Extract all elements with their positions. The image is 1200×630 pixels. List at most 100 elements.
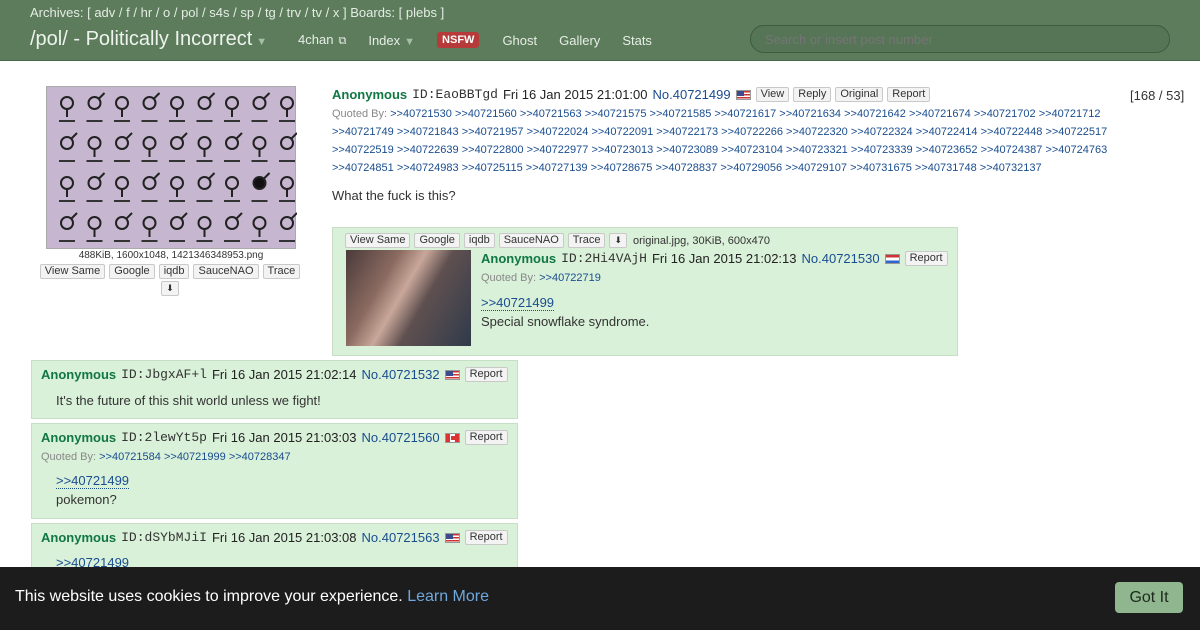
quote-link[interactable]: >>40728837 <box>655 162 717 174</box>
quote-link[interactable]: >>40721642 <box>844 108 906 120</box>
post-reference-link[interactable]: >>40721499 <box>56 473 130 489</box>
quote-link[interactable]: >>40727139 <box>526 162 588 174</box>
quote-link[interactable]: >>40722414 <box>916 126 978 138</box>
quote-link[interactable]: >>40721999 <box>164 451 226 463</box>
quote-link[interactable]: >>40724851 <box>332 162 394 174</box>
quote-link[interactable]: >>40721530 <box>390 108 452 120</box>
quote-link[interactable]: >>40728675 <box>591 162 653 174</box>
quote-link[interactable]: >>40721957 <box>462 126 524 138</box>
google-button[interactable]: Google <box>414 233 460 248</box>
quote-link[interactable]: >>40721560 <box>455 108 517 120</box>
quote-link[interactable]: >>40724983 <box>397 162 459 174</box>
report-button[interactable]: Report <box>464 430 508 445</box>
poster-id[interactable]: ID:dSYbMJiI <box>121 530 207 545</box>
quote-link[interactable]: >>40722266 <box>721 126 783 138</box>
quote-link[interactable]: >>40722800 <box>462 144 524 156</box>
got-it-button[interactable]: Got It <box>1115 582 1183 613</box>
quote-link[interactable]: >>40722024 <box>527 126 589 138</box>
quote-link[interactable]: >>40723652 <box>916 144 978 156</box>
quote-link[interactable]: >>40722091 <box>591 126 653 138</box>
report-button[interactable]: Report <box>904 251 948 266</box>
report-button[interactable]: Report <box>887 87 931 102</box>
quote-link[interactable]: >>40722639 <box>397 144 459 156</box>
quote-link[interactable]: >>40721575 <box>585 108 647 120</box>
iqdb-button[interactable]: iqdb <box>158 264 190 279</box>
quote-link[interactable]: >>40721584 <box>99 451 161 463</box>
view-button[interactable]: View <box>755 87 790 102</box>
board-link-plebs[interactable]: plebs <box>406 5 437 20</box>
download-icon[interactable]: ⬇ <box>609 233 628 248</box>
quote-link[interactable]: >>40721843 <box>397 126 459 138</box>
original-button[interactable]: Original <box>835 87 884 102</box>
reply-button[interactable]: Reply <box>793 87 832 102</box>
quote-link[interactable]: >>40731748 <box>915 162 977 174</box>
poster-id[interactable]: ID:2lewYt5p <box>121 430 207 445</box>
learn-more-link[interactable]: Learn More <box>407 588 489 605</box>
quote-link[interactable]: >>40722519 <box>332 144 394 156</box>
view-same-button[interactable]: View Same <box>39 264 106 279</box>
post-number[interactable]: No.40721560 <box>362 430 440 445</box>
nav-stats[interactable]: Stats <box>622 33 652 48</box>
quote-link[interactable]: >>40731675 <box>850 162 912 174</box>
archive-link-x[interactable]: x <box>333 5 340 20</box>
archive-link-tg[interactable]: tg <box>265 5 276 20</box>
quote-link[interactable]: >>40725115 <box>462 162 523 174</box>
archive-link-sp[interactable]: sp <box>240 5 254 20</box>
nav-4chan[interactable]: 4chan ⧉ <box>298 32 346 48</box>
op-image[interactable] <box>46 86 298 249</box>
quote-link[interactable]: >>40721563 <box>520 108 582 120</box>
post-reference-link[interactable]: >>40721499 <box>481 295 555 311</box>
post-number[interactable]: No.40721563 <box>362 530 440 545</box>
quote-link[interactable]: >>40721585 <box>650 108 712 120</box>
quote-link[interactable]: >>40722517 <box>1045 126 1107 138</box>
quote-link[interactable]: >>40721749 <box>332 126 394 138</box>
quote-link[interactable]: >>40723089 <box>656 144 718 156</box>
quote-link[interactable]: >>40722719 <box>539 272 601 284</box>
archive-link-s4s[interactable]: s4s <box>209 5 229 20</box>
quote-link[interactable]: >>40721674 <box>909 108 971 120</box>
inline-post-thumbnail[interactable] <box>346 250 471 346</box>
nav-gallery[interactable]: Gallery <box>559 33 600 48</box>
quote-link[interactable]: >>40728347 <box>229 451 291 463</box>
quote-link[interactable]: >>40721702 <box>974 108 1036 120</box>
poster-id[interactable]: ID:2Hi4VAjH <box>561 251 647 266</box>
quote-link[interactable]: >>40721634 <box>779 108 841 120</box>
quote-link[interactable]: >>40723104 <box>721 144 783 156</box>
saucenao-button[interactable]: SauceNAO <box>498 233 564 248</box>
post-number[interactable]: No.40721532 <box>362 367 440 382</box>
archive-link-hr[interactable]: hr <box>141 5 153 20</box>
nav-ghost[interactable]: Ghost <box>502 33 537 48</box>
quote-link[interactable]: >>40723339 <box>851 144 913 156</box>
quote-link[interactable]: >>40722324 <box>851 126 913 138</box>
archive-link-pol[interactable]: pol <box>181 5 198 20</box>
archive-link-tv[interactable]: tv <box>312 5 322 20</box>
archive-link-adv[interactable]: adv <box>94 5 115 20</box>
quote-link[interactable]: >>40732137 <box>980 162 1042 174</box>
search-input[interactable] <box>750 25 1170 53</box>
google-button[interactable]: Google <box>109 264 155 279</box>
trace-button[interactable]: Trace <box>262 264 301 279</box>
quote-link[interactable]: >>40721617 <box>714 108 776 120</box>
quote-link[interactable]: >>40729107 <box>785 162 847 174</box>
trace-button[interactable]: Trace <box>567 233 606 248</box>
post-number[interactable]: No.40721530 <box>802 251 880 266</box>
nav-index[interactable]: Index ▼ <box>368 33 415 48</box>
saucenao-button[interactable]: SauceNAO <box>193 264 259 279</box>
report-button[interactable]: Report <box>464 367 508 382</box>
quote-link[interactable]: >>40723321 <box>786 144 848 156</box>
report-button[interactable]: Report <box>464 530 508 545</box>
quote-link[interactable]: >>40729056 <box>720 162 782 174</box>
chevron-down-icon[interactable]: ▼ <box>256 36 267 48</box>
quote-link[interactable]: >>40724763 <box>1045 144 1107 156</box>
view-same-button[interactable]: View Same <box>345 233 411 248</box>
archive-link-trv[interactable]: trv <box>287 5 301 20</box>
quote-link[interactable]: >>40722448 <box>981 126 1043 138</box>
quote-link[interactable]: >>40724387 <box>981 144 1043 156</box>
poster-id[interactable]: ID:JbgxAF+l <box>121 367 207 382</box>
board-title[interactable]: /pol/ - Politically Incorrect ▼ <box>30 28 267 51</box>
post-number[interactable]: No.40721499 <box>653 87 731 102</box>
download-icon[interactable]: ⬇ <box>161 281 179 296</box>
quote-link[interactable]: >>40722977 <box>527 144 589 156</box>
poster-id[interactable]: ID:EaoBBTgd <box>412 87 498 102</box>
iqdb-button[interactable]: iqdb <box>463 233 495 248</box>
